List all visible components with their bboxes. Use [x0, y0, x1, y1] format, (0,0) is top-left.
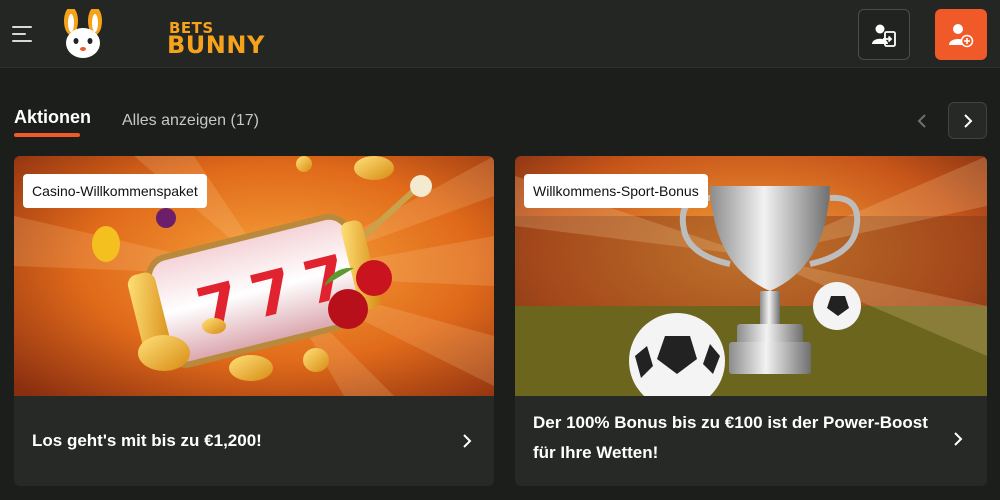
hamburger-icon-line — [12, 33, 26, 35]
view-all-link[interactable]: Alles anzeigen (17) — [122, 112, 259, 130]
promo-card-sport[interactable]: Willkommens-Sport-Bonus Der 100% Bonus b… — [515, 156, 987, 486]
menu-button[interactable] — [12, 24, 34, 44]
top-header: BETS BUNNY — [0, 0, 1000, 68]
user-login-icon — [872, 24, 896, 47]
site-logo[interactable]: BETS BUNNY — [56, 9, 264, 59]
trophy-image: Willkommens-Sport-Bonus — [515, 156, 987, 396]
promo-title: Der 100% Bonus bis zu €100 ist der Power… — [533, 413, 928, 462]
promo-badge: Willkommens-Sport-Bonus — [524, 174, 708, 208]
tab-aktionen[interactable]: Aktionen — [14, 107, 91, 128]
carousel-prev-button[interactable] — [906, 102, 938, 139]
chevron-right-icon — [963, 113, 972, 128]
chevron-left-icon — [917, 113, 926, 128]
hamburger-icon — [12, 26, 32, 28]
slot-machine-image: 7 7 7 Casino-Willkommenspaket — [14, 156, 494, 396]
chevron-right-icon — [463, 434, 472, 448]
logo-text-bottom: BUNNY — [167, 31, 265, 59]
active-tab-indicator — [14, 133, 80, 137]
chevron-right-icon — [954, 432, 963, 446]
promo-card-casino[interactable]: 7 7 7 Casino-Willkommenspaket Los geht's… — [14, 156, 494, 486]
hamburger-icon-line — [12, 40, 32, 42]
login-button[interactable] — [858, 9, 910, 60]
carousel-next-button[interactable] — [948, 102, 987, 139]
promo-badge: Casino-Willkommenspaket — [23, 174, 207, 208]
bunny-logo-icon — [64, 9, 102, 58]
register-button[interactable] — [935, 9, 987, 60]
user-add-icon — [949, 23, 974, 47]
promo-title: Los geht's mit bis zu €1,200! — [32, 431, 262, 450]
